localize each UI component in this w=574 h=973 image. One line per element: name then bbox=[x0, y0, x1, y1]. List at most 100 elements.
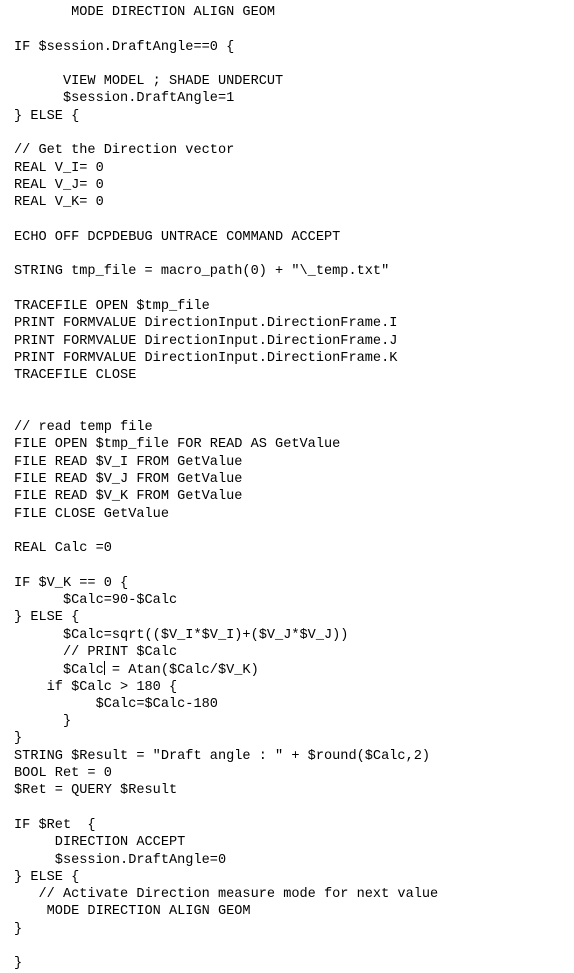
code-line[interactable]: if $Calc > 180 { bbox=[0, 679, 574, 696]
code-line-text: = Atan($Calc/$V_K) bbox=[103, 663, 259, 679]
code-line[interactable]: REAL V_K= 0 bbox=[0, 194, 574, 211]
code-line[interactable] bbox=[0, 523, 574, 540]
code-line[interactable] bbox=[0, 56, 574, 73]
code-line[interactable]: PRINT FORMVALUE DirectionInput.Direction… bbox=[0, 315, 574, 332]
code-line[interactable]: } bbox=[0, 921, 574, 938]
code-line-text: REAL V_K= 0 bbox=[14, 195, 104, 211]
code-line-text: FILE CLOSE GetValue bbox=[14, 506, 169, 522]
code-line-text: } bbox=[14, 956, 23, 972]
code-line[interactable] bbox=[0, 246, 574, 263]
code-line-text: $session.DraftAngle=1 bbox=[14, 91, 235, 107]
code-line[interactable] bbox=[0, 125, 574, 142]
code-line-text: REAL V_I= 0 bbox=[14, 160, 104, 176]
code-line[interactable]: $Ret = QUERY $Result bbox=[0, 782, 574, 799]
code-line[interactable] bbox=[0, 212, 574, 229]
code-line-text: } bbox=[14, 921, 23, 937]
code-line-text: VIEW MODEL ; SHADE UNDERCUT bbox=[14, 74, 284, 90]
code-line-text: IF $V_K == 0 { bbox=[14, 575, 129, 591]
code-line-text: FILE READ $V_K FROM GetValue bbox=[14, 489, 243, 505]
code-line[interactable] bbox=[0, 800, 574, 817]
code-line-text: } ELSE { bbox=[14, 610, 80, 626]
code-line-text: STRING $Result = "Draft angle : " + $rou… bbox=[14, 748, 431, 764]
code-editor[interactable]: MODE DIRECTION ALIGN GEOM IF $session.Dr… bbox=[0, 0, 574, 973]
code-line[interactable] bbox=[0, 385, 574, 402]
code-line-text: $Calc=$Calc-180 bbox=[14, 696, 218, 712]
code-line[interactable]: ECHO OFF DCPDEBUG UNTRACE COMMAND ACCEPT bbox=[0, 229, 574, 246]
code-line[interactable]: IF $session.DraftAngle==0 { bbox=[0, 39, 574, 56]
code-line[interactable]: STRING tmp_file = macro_path(0) + "\_tem… bbox=[0, 263, 574, 280]
code-line[interactable]: // Get the Direction vector bbox=[0, 142, 574, 159]
code-line-text: // read temp file bbox=[14, 420, 153, 436]
code-line-text: FILE OPEN $tmp_file FOR READ AS GetValue bbox=[14, 437, 341, 453]
code-line[interactable]: DIRECTION ACCEPT bbox=[0, 834, 574, 851]
code-line[interactable]: } ELSE { bbox=[0, 609, 574, 626]
code-line[interactable] bbox=[0, 21, 574, 38]
code-line[interactable]: $Calc=sqrt(($V_I*$V_I)+($V_J*$V_J)) bbox=[0, 627, 574, 644]
code-line[interactable]: IF $V_K == 0 { bbox=[0, 575, 574, 592]
code-line-text: // Activate Direction measure mode for n… bbox=[14, 887, 439, 903]
code-line[interactable] bbox=[0, 281, 574, 298]
code-line[interactable] bbox=[0, 938, 574, 955]
code-line-text: FILE READ $V_J FROM GetValue bbox=[14, 472, 243, 488]
code-line-text: PRINT FORMVALUE DirectionInput.Direction… bbox=[14, 316, 398, 332]
code-line[interactable] bbox=[0, 558, 574, 575]
code-line-text: IF $session.DraftAngle==0 { bbox=[14, 39, 235, 55]
code-line[interactable]: STRING $Result = "Draft angle : " + $rou… bbox=[0, 748, 574, 765]
code-line-text: PRINT FORMVALUE DirectionInput.Direction… bbox=[14, 350, 398, 366]
code-line[interactable]: FILE CLOSE GetValue bbox=[0, 506, 574, 523]
code-line[interactable]: REAL V_I= 0 bbox=[0, 160, 574, 177]
code-line-text: PRINT FORMVALUE DirectionInput.Direction… bbox=[14, 333, 398, 349]
code-line[interactable]: BOOL Ret = 0 bbox=[0, 765, 574, 782]
code-line[interactable]: PRINT FORMVALUE DirectionInput.Direction… bbox=[0, 350, 574, 367]
code-line-text: if $Calc > 180 { bbox=[14, 679, 178, 695]
code-line-text: } bbox=[14, 714, 72, 730]
code-line[interactable]: // Activate Direction measure mode for n… bbox=[0, 886, 574, 903]
code-line-text: TRACEFILE CLOSE bbox=[14, 368, 137, 384]
code-line[interactable]: // read temp file bbox=[0, 419, 574, 436]
code-line-text: $Calc bbox=[14, 663, 104, 679]
code-line-text: STRING tmp_file = macro_path(0) + "\_tem… bbox=[14, 264, 390, 280]
code-line-text: MODE DIRECTION ALIGN GEOM bbox=[14, 5, 276, 20]
code-line[interactable]: // PRINT $Calc bbox=[0, 644, 574, 661]
code-line-text: DIRECTION ACCEPT bbox=[14, 835, 186, 851]
code-line-text: } ELSE { bbox=[14, 869, 80, 885]
code-line[interactable]: REAL V_J= 0 bbox=[0, 177, 574, 194]
code-line[interactable]: TRACEFILE OPEN $tmp_file bbox=[0, 298, 574, 315]
code-line[interactable]: $Calc=$Calc-180 bbox=[0, 696, 574, 713]
code-line[interactable]: $session.DraftAngle=1 bbox=[0, 90, 574, 107]
code-line[interactable]: MODE DIRECTION ALIGN GEOM bbox=[0, 903, 574, 920]
code-line[interactable]: TRACEFILE CLOSE bbox=[0, 367, 574, 384]
code-line[interactable]: IF $Ret { bbox=[0, 817, 574, 834]
code-line[interactable]: FILE READ $V_J FROM GetValue bbox=[0, 471, 574, 488]
code-line-text: IF $Ret { bbox=[14, 817, 96, 833]
code-line[interactable]: } ELSE { bbox=[0, 108, 574, 125]
code-line-text: BOOL Ret = 0 bbox=[14, 766, 112, 782]
code-line[interactable]: VIEW MODEL ; SHADE UNDERCUT bbox=[0, 73, 574, 90]
code-line[interactable]: } ELSE { bbox=[0, 869, 574, 886]
code-line-text: $Calc=sqrt(($V_I*$V_I)+($V_J*$V_J)) bbox=[14, 627, 349, 643]
code-line-text: // Get the Direction vector bbox=[14, 143, 235, 159]
code-line[interactable] bbox=[0, 402, 574, 419]
code-line[interactable]: PRINT FORMVALUE DirectionInput.Direction… bbox=[0, 333, 574, 350]
code-line[interactable]: FILE READ $V_K FROM GetValue bbox=[0, 488, 574, 505]
code-line-text: TRACEFILE OPEN $tmp_file bbox=[14, 299, 210, 315]
code-line[interactable]: } bbox=[0, 713, 574, 730]
code-line-text: REAL V_J= 0 bbox=[14, 177, 104, 193]
code-line-text: } ELSE { bbox=[14, 108, 80, 124]
code-line-text: FILE READ $V_I FROM GetValue bbox=[14, 454, 243, 470]
code-line[interactable]: FILE OPEN $tmp_file FOR READ AS GetValue bbox=[0, 436, 574, 453]
code-line[interactable]: FILE READ $V_I FROM GetValue bbox=[0, 454, 574, 471]
code-line-text: $session.DraftAngle=0 bbox=[14, 852, 227, 868]
code-line-text: $Ret = QUERY $Result bbox=[14, 783, 178, 799]
code-line-text: MODE DIRECTION ALIGN GEOM bbox=[14, 904, 251, 920]
code-line[interactable]: } bbox=[0, 730, 574, 747]
code-line[interactable]: $Calc = Atan($Calc/$V_K) bbox=[0, 661, 574, 678]
code-line[interactable]: } bbox=[0, 955, 574, 972]
code-line[interactable]: $session.DraftAngle=0 bbox=[0, 852, 574, 869]
code-line[interactable]: REAL Calc =0 bbox=[0, 540, 574, 557]
code-line[interactable]: MODE DIRECTION ALIGN GEOM bbox=[0, 4, 574, 21]
code-line-text: REAL Calc =0 bbox=[14, 541, 112, 557]
code-line-text: $Calc=90-$Calc bbox=[14, 593, 178, 609]
code-line[interactable]: $Calc=90-$Calc bbox=[0, 592, 574, 609]
code-line-text: // PRINT $Calc bbox=[14, 644, 178, 660]
